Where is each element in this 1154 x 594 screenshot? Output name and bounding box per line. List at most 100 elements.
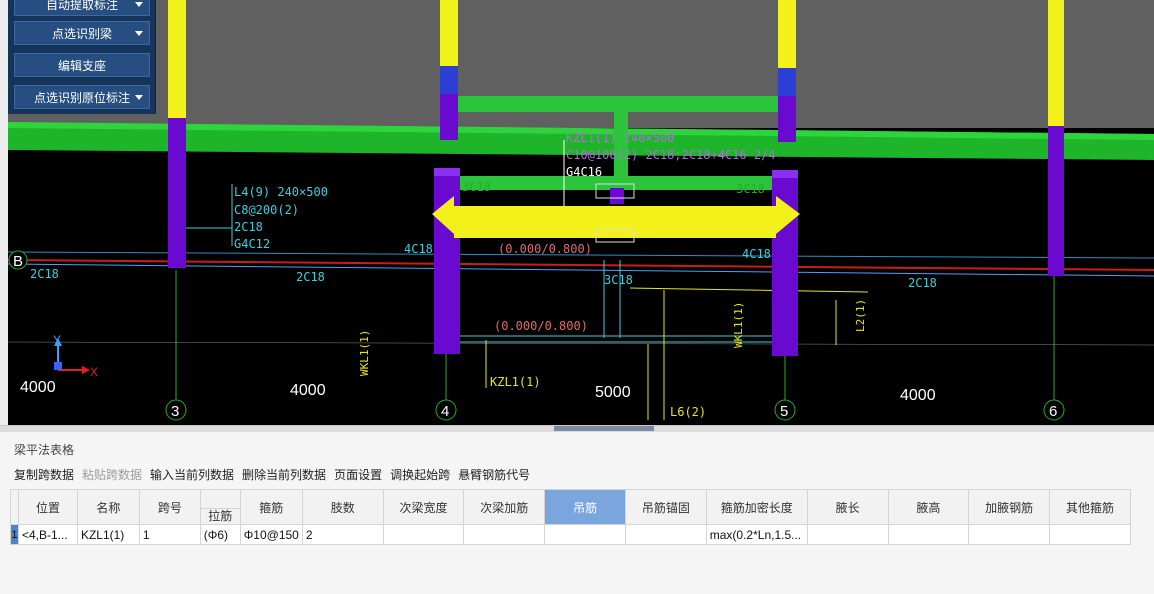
pick-inplace-label: 点选识别原位标注	[33, 90, 130, 105]
dim-3-4: 4000	[290, 382, 326, 399]
auto-extract-button[interactable]: 自动提取标注	[14, 0, 150, 16]
col-header-span[interactable]: 跨号	[138, 489, 201, 525]
cell-haunch-length[interactable]	[806, 524, 889, 545]
column-axis-6	[1048, 0, 1064, 276]
beam-table-panel: 梁平法表格 复制跨数据 粘贴跨数据 输入当前列数据 删除当前列数据 页面设置 调…	[0, 432, 1154, 594]
cell-other-stirrup[interactable]	[1049, 524, 1131, 545]
splitter-grip[interactable]	[554, 426, 654, 431]
row-number[interactable]: 1	[10, 524, 19, 545]
edit-support-label: 编辑支座	[57, 58, 106, 73]
paste-span-data-button[interactable]: 粘贴跨数据	[82, 466, 142, 483]
panel-title: 梁平法表格	[14, 443, 75, 457]
kzl-annotation-line1: KZL1(1) 240×500	[566, 131, 674, 145]
column-axis-4	[434, 168, 460, 354]
ucs-icon: Y X	[53, 333, 98, 379]
elevation-label-upper: (0.000/0.800)	[498, 242, 592, 256]
label-2c18-right: 2C18	[908, 276, 937, 290]
svg-text:4: 4	[441, 403, 449, 420]
l4-annotation-line2: C8@200(2)	[234, 203, 299, 217]
label-4c18-right: 4C18	[742, 247, 771, 261]
panel-splitter[interactable]	[0, 425, 1154, 432]
col-header-other-stirrup[interactable]: 其他箍筋	[1049, 489, 1131, 525]
label-4c18-left: 4C18	[404, 242, 433, 256]
cell-haunch-bar[interactable]	[968, 524, 1051, 545]
column-axis-3	[168, 0, 186, 268]
elevation-label-lower: (0.000/0.800)	[494, 319, 588, 333]
app-window: L4(9) 240×500 C8@200(2) 2C18 G4C12 KZL1(…	[0, 0, 1154, 594]
col-header-secondary-width[interactable]: 次梁宽度	[382, 489, 465, 525]
cantilever-code-button[interactable]: 悬臂钢筋代号	[458, 466, 530, 483]
col-header-legs[interactable]: 肢数	[301, 489, 384, 525]
axis-bubble-4: 4	[435, 399, 457, 421]
svg-text:3: 3	[171, 403, 179, 420]
auto-extract-label: 自动提取标注	[45, 0, 118, 12]
cell-haunch-height[interactable]	[887, 524, 970, 545]
label-2c18-left: 2C18	[30, 267, 59, 281]
edit-support-button[interactable]: 编辑支座	[14, 53, 150, 77]
col-header-position[interactable]: 位置	[17, 489, 78, 525]
chevron-down-icon[interactable]	[135, 31, 143, 36]
row-header-corner	[10, 489, 19, 525]
svg-text:5: 5	[780, 403, 788, 420]
svg-text:B: B	[13, 253, 23, 270]
col-header-name[interactable]: 名称	[76, 489, 140, 525]
kzl-annotation-line2: C10@100(2) 2C18;2C18+4C16 2/4	[566, 148, 776, 162]
col-header-haunch-height[interactable]: 腋高	[887, 489, 970, 525]
pick-inplace-annotation-button[interactable]: 点选识别原位标注	[14, 85, 150, 109]
col-header-tie-bar-label: 拉筋	[200, 508, 240, 524]
col-header-hanger-anchor[interactable]: 吊筋锚固	[624, 489, 707, 525]
l4-annotation-line4: G4C12	[234, 237, 270, 251]
pick-beam-label: 点选识别梁	[51, 26, 112, 41]
table-header-row: 位置 名称 跨号 拉筋 箍筋 肢数 次梁宽度 次梁加筋 吊筋 吊筋锚固 箍筋加密…	[10, 489, 1131, 525]
label-l2: L2(1)	[854, 299, 867, 332]
kzl-annotation-line3: G4C16	[566, 165, 602, 179]
col-header-stirrup[interactable]: 箍筋	[239, 489, 303, 525]
beam-table: 位置 名称 跨号 拉筋 箍筋 肢数 次梁宽度 次梁加筋 吊筋 吊筋锚固 箍筋加密…	[10, 489, 1131, 545]
recognition-tool-panel: 自动提取标注 点选识别梁 编辑支座 点选识别原位标注	[8, 0, 156, 114]
l4-annotation-line3: 2C18	[234, 220, 263, 234]
table-toolbar: 复制跨数据 粘贴跨数据 输入当前列数据 删除当前列数据 页面设置 调换起始跨 悬…	[14, 466, 530, 483]
swap-start-span-button[interactable]: 调换起始跨	[390, 466, 450, 483]
page-setup-button[interactable]: 页面设置	[334, 466, 382, 483]
delete-column-data-button[interactable]: 删除当前列数据	[242, 466, 326, 483]
cell-hanger[interactable]	[544, 524, 626, 545]
chevron-down-icon[interactable]	[135, 2, 143, 7]
table-row[interactable]: 1 <4,B-1... KZL1(1) 1 (Φ6) Φ10@150 2 max…	[10, 524, 1131, 545]
svg-text:6: 6	[1049, 403, 1057, 420]
cell-secondary-add[interactable]	[463, 524, 546, 545]
axis-bubble-b: B	[8, 250, 28, 270]
chevron-down-icon[interactable]	[135, 95, 143, 100]
label-3c18-right: 3C18	[736, 182, 765, 196]
col-header-haunch-length[interactable]: 腋长	[806, 489, 889, 525]
pick-beam-button[interactable]: 点选识别梁	[14, 21, 150, 45]
cell-name[interactable]: KZL1(1)	[76, 524, 140, 545]
cad-viewport[interactable]: L4(9) 240×500 C8@200(2) 2C18 G4C12 KZL1(…	[8, 0, 1154, 425]
cell-stirrup[interactable]: Φ10@150	[239, 524, 303, 545]
cell-position[interactable]: <4,B-1...	[17, 524, 78, 545]
label-wkl1-right: WKL1(1)	[732, 302, 745, 348]
cad-drawing[interactable]: L4(9) 240×500 C8@200(2) 2C18 G4C12 KZL1(…	[8, 0, 1154, 425]
column-axis-4-top	[440, 0, 458, 140]
col-header-haunch-bar[interactable]: 加腋钢筋	[968, 489, 1051, 525]
cell-hanger-anchor[interactable]	[624, 524, 707, 545]
label-3c18-lower: 3C18	[604, 273, 633, 287]
cell-tie-bar[interactable]: (Φ6)	[199, 524, 241, 545]
cell-legs[interactable]: 2	[301, 524, 384, 545]
label-l6: L6(2)	[670, 405, 706, 419]
cell-secondary-width[interactable]	[382, 524, 465, 545]
label-kzl1: KZL1(1)	[490, 375, 541, 389]
cell-densify-length[interactable]: max(0.2*Ln,1.5...	[705, 524, 808, 545]
col-header-secondary-add[interactable]: 次梁加筋	[463, 489, 546, 525]
input-column-data-button[interactable]: 输入当前列数据	[150, 466, 234, 483]
copy-span-data-button[interactable]: 复制跨数据	[14, 466, 74, 483]
axis-bubble-6: 6	[1043, 399, 1065, 421]
axis-bubble-5: 5	[774, 399, 796, 421]
left-dock-strip	[0, 0, 8, 425]
col-header-densify-length[interactable]: 箍筋加密长度	[705, 489, 808, 525]
col-header-hanger[interactable]: 吊筋	[544, 489, 626, 525]
col-header-tie-bar[interactable]: 拉筋	[199, 489, 241, 525]
dim-4-5: 5000	[595, 384, 631, 401]
label-2c18-mid: 2C18	[296, 270, 325, 284]
dim-5-6: 4000	[900, 387, 936, 404]
cell-span[interactable]: 1	[138, 524, 201, 545]
